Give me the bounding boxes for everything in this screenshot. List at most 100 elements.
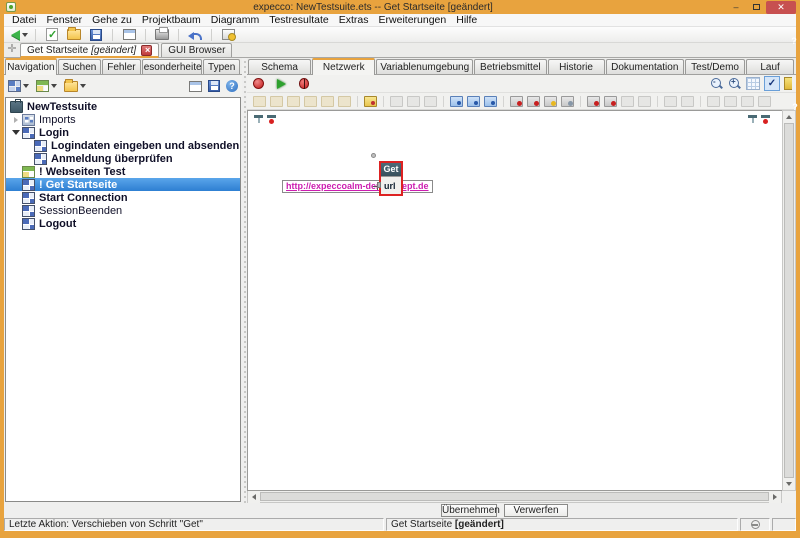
horizontal-scroll-thumb[interactable] (260, 492, 769, 501)
horizontal-scrollbar[interactable] (247, 491, 782, 503)
new-folder-menu-button[interactable] (64, 81, 86, 92)
undo-button[interactable] (186, 27, 204, 42)
node-tool-icon[interactable] (338, 96, 351, 107)
help-icon[interactable] (226, 80, 238, 92)
expander-collapsed-icon[interactable] (10, 117, 22, 123)
new-table-menu-button[interactable] (36, 80, 57, 92)
discard-button[interactable]: Verwerfen (504, 504, 568, 517)
scroll-left-icon[interactable] (248, 491, 260, 503)
tab-variablenumgebung[interactable]: Variablenumgebung (376, 59, 473, 74)
tab-gui-browser[interactable]: GUI Browser (161, 43, 232, 57)
distribute-tool-icon[interactable] (724, 96, 737, 107)
tree-item-webseiten-test[interactable]: ! Webseiten Test (6, 165, 240, 178)
output-pin-icon[interactable] (761, 115, 770, 124)
menu-extras[interactable]: Extras (334, 14, 374, 27)
url-link[interactable]: http://expeccoalm-demo.exept.de (286, 181, 429, 191)
zoom-in-icon[interactable]: + (728, 77, 742, 91)
breakpoint-tool-icon[interactable] (510, 96, 523, 107)
node-tool-icon[interactable] (321, 96, 334, 107)
save-button[interactable] (87, 27, 105, 42)
node-input-pin[interactable] (377, 182, 381, 188)
tab-navigation[interactable]: Navigation (5, 58, 57, 75)
menu-datei[interactable]: Datei (7, 14, 42, 27)
marker-tool-icon[interactable] (544, 96, 557, 107)
flow-tool-icon[interactable] (621, 96, 634, 107)
tree-item-sessionbeenden[interactable]: SessionBeenden (6, 204, 240, 217)
connect-tool-icon[interactable] (450, 96, 463, 107)
settings-button[interactable] (219, 27, 237, 42)
tab-typen[interactable]: Typen (203, 59, 240, 74)
tab-betriebsmittel[interactable]: Betriebsmittel (474, 59, 546, 74)
menu-testresultate[interactable]: Testresultate (264, 14, 334, 27)
tree-item-start-connection[interactable]: Start Connection (6, 191, 240, 204)
debug-bug-icon[interactable] (299, 78, 309, 89)
open-button[interactable] (65, 27, 83, 42)
pin-tool-icon[interactable] (424, 96, 437, 107)
node-tool-icon[interactable] (304, 96, 317, 107)
zoom-out-icon[interactable]: - (710, 77, 724, 91)
tree-item-logout[interactable]: Logout (6, 217, 240, 230)
play-icon[interactable] (277, 79, 286, 89)
pin-tool-icon[interactable] (407, 96, 420, 107)
scroll-down-icon[interactable] (783, 478, 795, 490)
flow-tool-icon[interactable] (604, 96, 617, 107)
node-tool-icon[interactable] (287, 96, 300, 107)
flow-tool-icon[interactable] (638, 96, 651, 107)
expander-expanded-icon[interactable] (10, 130, 22, 135)
align-tool-icon[interactable] (681, 96, 694, 107)
add-tab-icon[interactable]: ✛ (6, 44, 18, 56)
marker-tool-icon[interactable] (561, 96, 574, 107)
overflow-icon[interactable] (784, 77, 792, 90)
close-tab-icon[interactable] (141, 45, 152, 56)
tab-besonderheiten[interactable]: Besonderheiten (142, 59, 203, 74)
connector-dot[interactable] (371, 153, 376, 158)
menu-projektbaum[interactable]: Projektbaum (137, 14, 206, 27)
align-tool-icon[interactable] (664, 96, 677, 107)
pin-tool-icon[interactable] (390, 96, 403, 107)
tree-item-anmeldung[interactable]: Anmeldung überprüfen (6, 152, 240, 165)
maximize-button[interactable] (746, 1, 766, 14)
tree-item-login[interactable]: Login (6, 126, 240, 139)
network-diagram-canvas[interactable]: http://expeccoalm-demo.exept.de Get url (247, 110, 782, 491)
tab-suchen[interactable]: Suchen (58, 59, 101, 74)
new-block-menu-button[interactable] (8, 80, 29, 92)
flow-tool-icon[interactable] (587, 96, 600, 107)
tab-get-startseite[interactable]: Get Startseite [geändert] (20, 43, 159, 58)
input-pin-icon[interactable] (748, 115, 757, 124)
menu-erweiterungen[interactable]: Erweiterungen (374, 14, 452, 27)
new-window-button[interactable] (120, 27, 138, 42)
accept-button[interactable] (43, 27, 61, 42)
tab-lauf[interactable]: Lauf (746, 59, 794, 74)
breakpoint-tool-icon[interactable] (527, 96, 540, 107)
tab-fehler[interactable]: Fehler (102, 59, 141, 74)
tab-test-demo[interactable]: Test/Demo (685, 59, 745, 74)
minimize-button[interactable]: – (726, 1, 746, 14)
vertical-scrollbar[interactable] (782, 110, 796, 491)
tab-netzwerk[interactable]: Netzwerk (312, 58, 375, 75)
vertical-scroll-thumb[interactable] (784, 123, 794, 478)
menu-diagramm[interactable]: Diagramm (206, 14, 264, 27)
menu-gehe-zu[interactable]: Gehe zu (87, 14, 137, 27)
connect-tool-icon[interactable] (467, 96, 480, 107)
input-pin-icon[interactable] (254, 115, 263, 124)
tree-item-get-startseite[interactable]: ! Get Startseite (6, 178, 240, 191)
distribute-tool-icon[interactable] (741, 96, 754, 107)
grid-toggle-icon[interactable] (746, 77, 760, 90)
menu-fenster[interactable]: Fenster (42, 14, 88, 27)
tab-historie[interactable]: Historie (548, 59, 605, 74)
tree-item-newtestsuite[interactable]: NewTestsuite (6, 100, 240, 113)
node-tool-icon[interactable] (270, 96, 283, 107)
distribute-tool-icon[interactable] (758, 96, 771, 107)
menu-hilfe[interactable]: Hilfe (451, 14, 482, 27)
tree-item-logindaten[interactable]: Logindaten eingeben und absenden (6, 139, 240, 152)
detach-view-icon[interactable] (189, 81, 202, 92)
tree-item-imports[interactable]: Imports (6, 113, 240, 126)
save-tree-icon[interactable] (208, 80, 220, 92)
print-button[interactable] (153, 27, 171, 42)
connect-tool-icon[interactable] (484, 96, 497, 107)
close-button[interactable]: ✕ (766, 1, 796, 14)
snap-checked-toggle[interactable] (764, 76, 780, 91)
apply-button[interactable]: Übernehmen (441, 504, 497, 517)
step-node-get[interactable]: Get url (379, 161, 403, 196)
tab-dokumentation[interactable]: Dokumentation (606, 59, 684, 74)
